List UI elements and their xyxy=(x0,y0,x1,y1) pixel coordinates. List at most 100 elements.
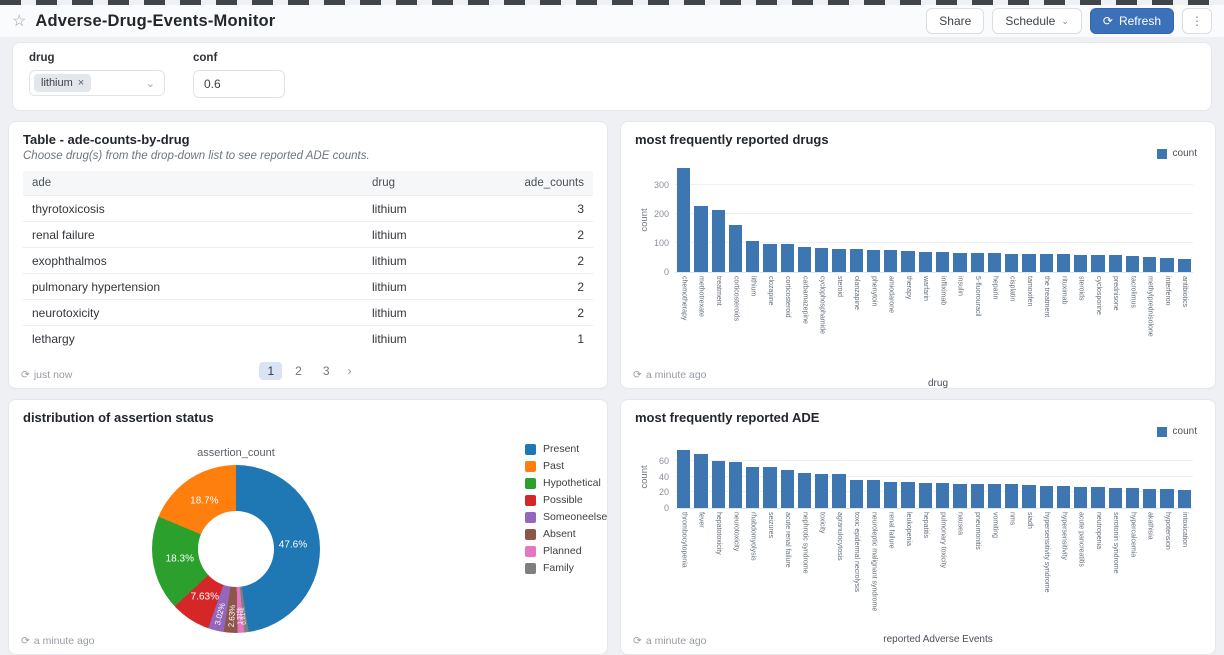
ade-chart-legend[interactable]: count xyxy=(635,426,1197,437)
bar-tamoxifen[interactable] xyxy=(1022,254,1035,272)
legend-item-Hypothetical[interactable]: Hypothetical xyxy=(525,477,607,489)
bar-rituximab[interactable] xyxy=(1057,254,1070,272)
table-updated-status: ⟳ just now xyxy=(21,369,72,381)
bar-nms[interactable] xyxy=(1005,484,1018,508)
table-row: renal failurelithium2 xyxy=(23,222,593,248)
next-page-icon[interactable]: › xyxy=(343,362,357,380)
legend-item-Someoneelse[interactable]: Someoneelse xyxy=(525,511,607,523)
bar-methotrexate[interactable] xyxy=(694,206,707,272)
bar-phenytoin[interactable] xyxy=(867,250,880,272)
bar-neuroleptic malignant syndrome[interactable] xyxy=(867,480,880,508)
bar-pneumonitis[interactable] xyxy=(971,484,984,508)
conf-input[interactable] xyxy=(193,70,285,98)
bar-fever[interactable] xyxy=(694,454,707,508)
assertion-updated-status: ⟳ a minute ago xyxy=(21,635,95,647)
x-tick-label: cyclophosphamide xyxy=(813,273,830,375)
donut-center-title: assertion_count xyxy=(152,447,320,459)
kebab-icon: ⋮ xyxy=(1191,14,1203,28)
legend-item-Past[interactable]: Past xyxy=(525,460,607,472)
chevron-down-icon[interactable]: ⌄ xyxy=(146,77,155,90)
bar-antibiotics[interactable] xyxy=(1178,259,1191,272)
x-tick-label: the treatment xyxy=(1038,273,1055,375)
bar-hepatotoxicity[interactable] xyxy=(712,461,725,508)
bar-agranulocytosis[interactable] xyxy=(832,474,845,508)
page-button-3[interactable]: 3 xyxy=(315,362,338,380)
legend-item-Planned[interactable]: Planned xyxy=(525,545,607,557)
bar-pulmonary toxicity[interactable] xyxy=(936,483,949,508)
refresh-button[interactable]: ⟳Refresh xyxy=(1090,8,1174,34)
drug-filter-widget: drug lithium × ⌄ xyxy=(29,52,165,98)
bar-insulin[interactable] xyxy=(953,253,966,272)
slice-label-Present: 47.6% xyxy=(279,539,307,550)
bar-clozapine[interactable] xyxy=(763,244,776,272)
bar-olanzapine[interactable] xyxy=(850,249,863,272)
bar-hypercalcemia[interactable] xyxy=(1126,488,1139,508)
legend-item-Possible[interactable]: Possible xyxy=(525,494,607,506)
bar-infliximab[interactable] xyxy=(936,252,949,272)
page-button-2[interactable]: 2 xyxy=(287,362,310,380)
bar-5-fluorouracil[interactable] xyxy=(971,253,984,272)
bar-toxic epidermal necrolysis[interactable] xyxy=(850,480,863,508)
bar-chemotherapy[interactable] xyxy=(677,168,690,272)
bar-carbamazepine[interactable] xyxy=(798,247,811,272)
bar-rhabdomyolysis[interactable] xyxy=(746,467,759,508)
drugs-chart-legend[interactable]: count xyxy=(635,148,1197,159)
bar-neutropenia[interactable] xyxy=(1091,487,1104,508)
bar-nephrotic syndrome[interactable] xyxy=(798,473,811,508)
bar-thrombocytopenia[interactable] xyxy=(677,450,690,508)
bar-serotonin syndrome[interactable] xyxy=(1109,488,1122,508)
legend-item-Family[interactable]: Family xyxy=(525,562,607,574)
bar-siadh[interactable] xyxy=(1022,485,1035,508)
bar-toxicity[interactable] xyxy=(815,474,828,508)
x-tick-label: clozapine xyxy=(761,273,778,375)
bar-leukopenia[interactable] xyxy=(901,482,914,508)
bar-intoxication[interactable] xyxy=(1178,490,1191,508)
bar-cisplatin[interactable] xyxy=(1005,254,1018,272)
bar-cyclophosphamide[interactable] xyxy=(815,248,828,272)
chip-remove-icon[interactable]: × xyxy=(78,77,84,89)
bar-steroid[interactable] xyxy=(832,249,845,272)
x-tick-label: seizures xyxy=(761,509,778,631)
bar-vomiting[interactable] xyxy=(988,484,1001,508)
legend-item-Absent[interactable]: Absent xyxy=(525,528,607,540)
bar-therapy[interactable] xyxy=(901,251,914,272)
bar-treatment[interactable] xyxy=(712,210,725,272)
bar-tacrolimus[interactable] xyxy=(1126,256,1139,272)
bar-corticosteroids[interactable] xyxy=(729,225,742,272)
more-options-button[interactable]: ⋮ xyxy=(1182,8,1212,34)
bar-prednisone[interactable] xyxy=(1109,255,1122,272)
bar-akathisia[interactable] xyxy=(1143,489,1156,508)
column-header-ade[interactable]: ade xyxy=(23,171,363,196)
bar-lithium[interactable] xyxy=(746,241,759,272)
bar-hepatitis[interactable] xyxy=(919,483,932,508)
bar-interferon[interactable] xyxy=(1160,258,1173,272)
bar-acute renal failure[interactable] xyxy=(781,470,794,508)
bar-neurotoxicity[interactable] xyxy=(729,462,742,508)
bar-warfarin[interactable] xyxy=(919,252,932,272)
bar-hypersensitivity syndrome[interactable] xyxy=(1040,486,1053,508)
column-header-drug[interactable]: drug xyxy=(363,171,493,196)
bar-amiodarone[interactable] xyxy=(884,250,897,272)
bar-the treatment[interactable] xyxy=(1040,254,1053,272)
bar-methylprednisolone[interactable] xyxy=(1143,257,1156,272)
legend-item-Present[interactable]: Present xyxy=(525,443,607,455)
legend-swatch xyxy=(525,546,536,557)
favorite-star-icon[interactable]: ☆ xyxy=(12,11,26,31)
share-button[interactable]: Share xyxy=(926,8,984,34)
bar-heparin[interactable] xyxy=(988,253,1001,272)
legend-swatch xyxy=(525,563,536,574)
bar-steroids[interactable] xyxy=(1074,255,1087,273)
bar-nausea[interactable] xyxy=(953,484,966,508)
column-header-ade_counts[interactable]: ade_counts xyxy=(493,171,593,196)
bars xyxy=(675,445,1193,508)
bar-cyclosporine[interactable] xyxy=(1091,255,1104,273)
bar-corticosteroid[interactable] xyxy=(781,244,794,272)
bar-renal failure[interactable] xyxy=(884,482,897,508)
schedule-button[interactable]: Schedule⌄ xyxy=(992,8,1082,34)
bar-hypotension[interactable] xyxy=(1160,489,1173,508)
page-button-1[interactable]: 1 xyxy=(259,362,282,380)
bar-hypersensitivity[interactable] xyxy=(1057,486,1070,508)
bar-seizures[interactable] xyxy=(763,467,776,508)
bar-acute pancreatitis[interactable] xyxy=(1074,487,1087,508)
drug-multiselect[interactable]: lithium × ⌄ xyxy=(29,70,165,96)
